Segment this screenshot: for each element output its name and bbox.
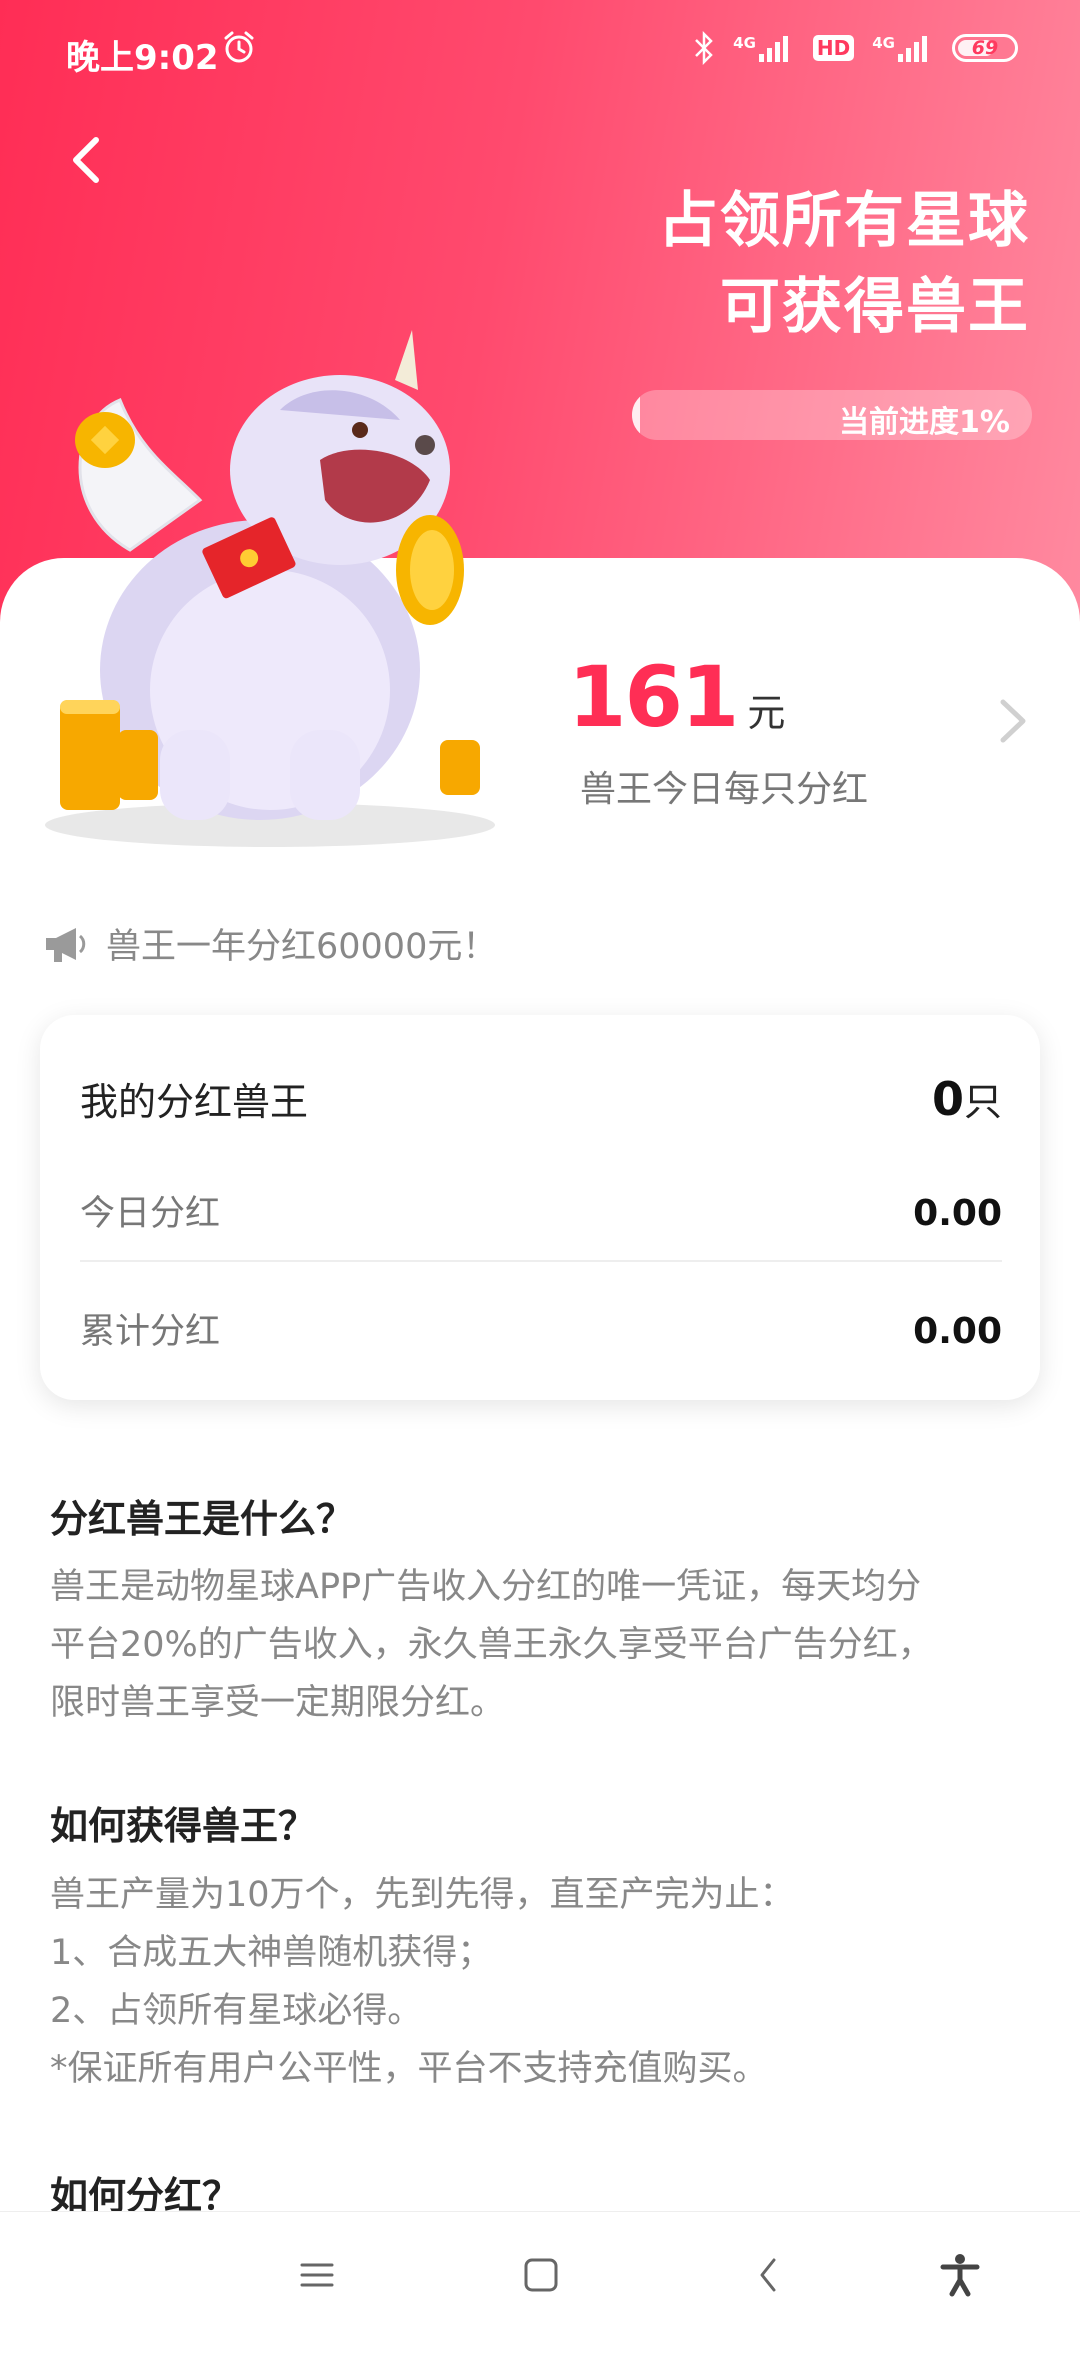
beast-king-mascot-illustration — [45, 330, 495, 847]
my-beast-king-unit: 只 — [963, 1080, 1002, 1124]
divider — [80, 1260, 1002, 1262]
chevron-right-icon[interactable] — [995, 696, 1031, 746]
accessibility-icon[interactable] — [935, 2250, 985, 2300]
hero-title-line1: 占领所有星球 — [658, 186, 1030, 256]
total-dividend-label: 累计分红 — [80, 1312, 221, 1352]
today-dividend-row: 今日分红 0.00 — [80, 1185, 1002, 1236]
notice-bar: 兽王一年分红60000元！ — [42, 918, 497, 969]
faq-line: 限时兽王享受一定期限分红。 — [50, 1683, 506, 1723]
my-beast-king-row: 我的分红兽王 0只 — [80, 1071, 1002, 1126]
notice-text: 兽王一年分红60000元！ — [106, 927, 498, 967]
faq-line: 2、占领所有星球必得。 — [50, 1991, 423, 2031]
faq-line: 平台20%的广告收入，永久兽王永久享受平台广告分红， — [50, 1625, 933, 1665]
today-dividend-label: 今日分红 — [80, 1194, 221, 1234]
megaphone-icon — [46, 927, 86, 962]
signal-icon-2: 4G — [872, 34, 934, 62]
my-dividend-card: 我的分红兽王 0只 今日分红 0.00 累计分红 0.00 — [40, 1015, 1040, 1400]
my-beast-king-count: 0 — [931, 1072, 964, 1126]
today-dividend-value: 0.00 — [913, 1193, 1002, 1234]
progress-fill — [632, 390, 640, 440]
faq-body-how-get: 兽王产量为10万个，先到先得，直至产完为止： 1、合成五大神兽随机获得； 2、占… — [50, 1866, 1030, 2098]
status-time: 晚上9:02 — [66, 38, 219, 78]
my-beast-king-label: 我的分红兽王 — [80, 1080, 309, 1124]
total-dividend-row: 累计分红 0.00 — [80, 1303, 1002, 1354]
faq-line: 1、合成五大神兽随机获得； — [50, 1933, 493, 1973]
faq-body-what: 兽王是动物星球APP广告收入分红的唯一凭证，每天均分 平台20%的广告收入，永久… — [50, 1558, 1030, 1732]
menu-icon[interactable] — [292, 2250, 342, 2300]
back-arrow-icon[interactable] — [62, 132, 118, 188]
battery-level: 69 — [971, 37, 999, 59]
status-bar: 晚上9:02 4G HD 4G 69 — [0, 0, 1080, 100]
system-navigation-bar — [0, 2211, 1080, 2340]
faq-line: 兽王是动物星球APP广告收入分红的唯一凭证，每天均分 — [50, 1567, 922, 1607]
alarm-clock-icon — [224, 31, 254, 63]
network-type-1: 4G — [733, 34, 756, 52]
battery-icon: 69 — [952, 34, 1018, 62]
status-indicators: 4G HD 4G 69 — [693, 28, 1018, 68]
faq-title-how-get: 如何获得兽王？ — [50, 1804, 317, 1848]
faq-title-what: 分红兽王是什么？ — [50, 1497, 355, 1541]
dividend-amount-value: 161 — [568, 648, 739, 746]
progress-label: 当前进度1% — [839, 405, 1010, 440]
dividend-caption: 兽王今日每只分红 — [580, 769, 869, 810]
total-dividend-value: 0.00 — [913, 1311, 1002, 1352]
faq-line: 兽王产量为10万个，先到先得，直至产完为止： — [50, 1875, 795, 1915]
signal-icon: 4G — [733, 34, 795, 62]
progress-bar: 当前进度1% — [632, 390, 1032, 440]
dividend-amount-unit: 元 — [747, 691, 786, 735]
network-type-2: 4G — [872, 34, 895, 52]
dividend-amount: 161 元 — [568, 648, 785, 746]
home-square-icon[interactable] — [516, 2250, 566, 2300]
back-triangle-icon[interactable] — [744, 2250, 794, 2300]
hd-badge: HD — [812, 35, 855, 61]
faq-line: *保证所有用户公平性，平台不支持充值购买。 — [50, 2049, 768, 2089]
bluetooth-icon — [695, 31, 713, 65]
hero-title: 占领所有星球 可获得兽王 — [410, 178, 1030, 350]
